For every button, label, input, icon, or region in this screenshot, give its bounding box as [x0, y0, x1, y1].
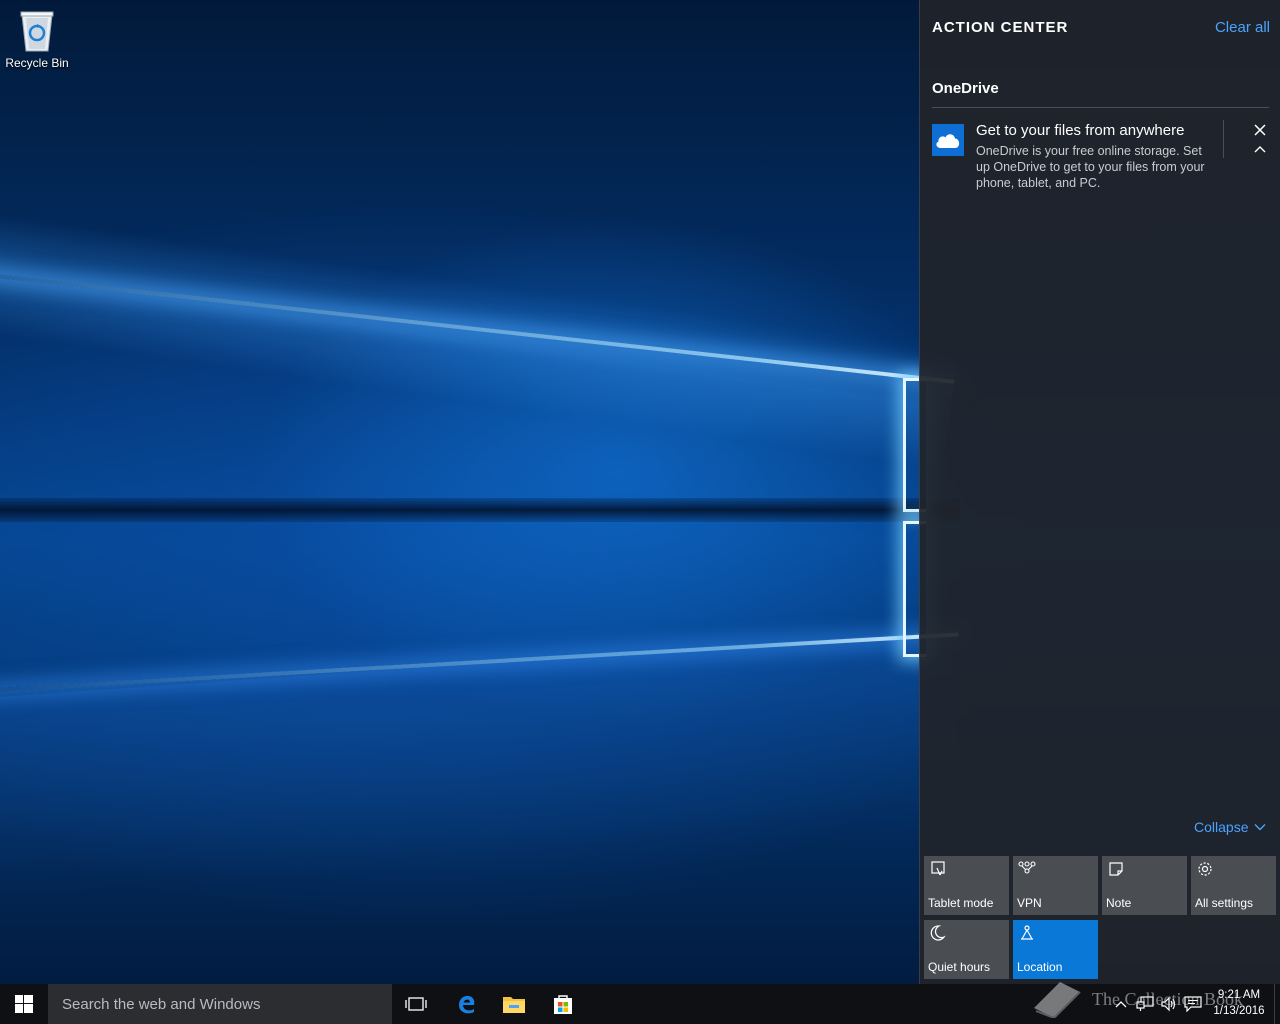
quick-action-label: Tablet mode — [928, 896, 994, 910]
start-button[interactable] — [0, 984, 48, 1024]
quick-action-label: Quiet hours — [928, 960, 991, 974]
quick-action-note[interactable]: Note — [1102, 856, 1187, 915]
search-box[interactable] — [48, 984, 392, 1024]
clear-all-button[interactable]: Clear all — [1215, 19, 1270, 36]
tablet-mode-icon — [929, 860, 947, 878]
vpn-icon — [1018, 860, 1036, 878]
quick-action-label: Note — [1106, 896, 1132, 910]
search-input[interactable] — [60, 994, 384, 1014]
desktop-icon-recycle-bin[interactable]: Recycle Bin — [4, 8, 70, 70]
clock-time: 9:21 AM — [1217, 989, 1261, 1001]
note-icon — [1107, 860, 1125, 878]
clock[interactable]: 9:21 AM 1/13/2016 — [1207, 987, 1271, 1019]
quick-action-tablet-mode[interactable]: Tablet mode — [924, 856, 1009, 915]
wallpaper-light — [0, 210, 959, 469]
clock-date: 1/13/2016 — [1213, 1005, 1265, 1017]
taskbar: 9:21 AM 1/13/2016 — [0, 984, 1280, 1024]
volume-icon[interactable] — [1159, 994, 1179, 1014]
quick-action-label: All settings — [1195, 896, 1254, 910]
action-center-title: ACTION CENTER — [932, 19, 1069, 36]
divider — [932, 107, 1269, 108]
close-icon[interactable] — [1252, 122, 1268, 138]
store-icon — [554, 995, 572, 1014]
quick-action-vpn[interactable]: VPN — [1013, 856, 1098, 915]
collapse-label: Collapse — [1194, 819, 1249, 835]
edge-icon — [459, 995, 475, 1014]
quick-action-all-settings[interactable]: All settings — [1191, 856, 1276, 915]
notification-body: OneDrive is your free online storage. Se… — [976, 144, 1205, 190]
desktop-icon-label: Recycle Bin — [5, 56, 69, 70]
chevron-up-icon[interactable] — [1252, 142, 1268, 156]
action-center-header: ACTION CENTER Clear all — [932, 19, 1270, 41]
wallpaper-light — [0, 630, 965, 900]
task-view-icon — [405, 997, 427, 1011]
notification-title: Get to your files from anywhere — [976, 122, 1185, 139]
file-explorer-button[interactable] — [490, 984, 538, 1024]
moon-icon — [929, 924, 947, 942]
location-icon — [1018, 924, 1036, 942]
action-center-icon[interactable] — [1183, 994, 1203, 1014]
collapse-button[interactable]: Collapse — [1194, 819, 1266, 835]
windows-logo-icon — [15, 995, 33, 1013]
divider — [1223, 120, 1224, 158]
task-view-button[interactable] — [392, 984, 440, 1024]
cloud-icon — [932, 124, 964, 156]
wallpaper-shadow — [0, 498, 960, 522]
notification-group-title[interactable]: OneDrive — [932, 80, 999, 97]
chevron-down-icon — [1254, 824, 1266, 831]
network-icon[interactable] — [1135, 994, 1155, 1014]
show-desktop-button[interactable] — [1274, 984, 1280, 1024]
recycle-bin-icon — [17, 8, 57, 54]
quick-action-quiet-hours[interactable]: Quiet hours — [924, 920, 1009, 979]
action-center-panel: ACTION CENTER Clear all OneDrive Get to … — [919, 0, 1280, 984]
chevron-up-icon[interactable] — [1111, 994, 1131, 1014]
store-button[interactable] — [539, 984, 587, 1024]
gear-icon — [1196, 860, 1214, 878]
quick-action-location[interactable]: Location — [1013, 920, 1098, 979]
file-explorer-icon — [503, 997, 525, 1013]
notification-onedrive[interactable]: Get to your files from anywhere OneDrive… — [932, 120, 1272, 200]
edge-button[interactable] — [442, 984, 490, 1024]
quick-action-label: VPN — [1017, 896, 1042, 910]
quick-action-label: Location — [1017, 960, 1063, 974]
